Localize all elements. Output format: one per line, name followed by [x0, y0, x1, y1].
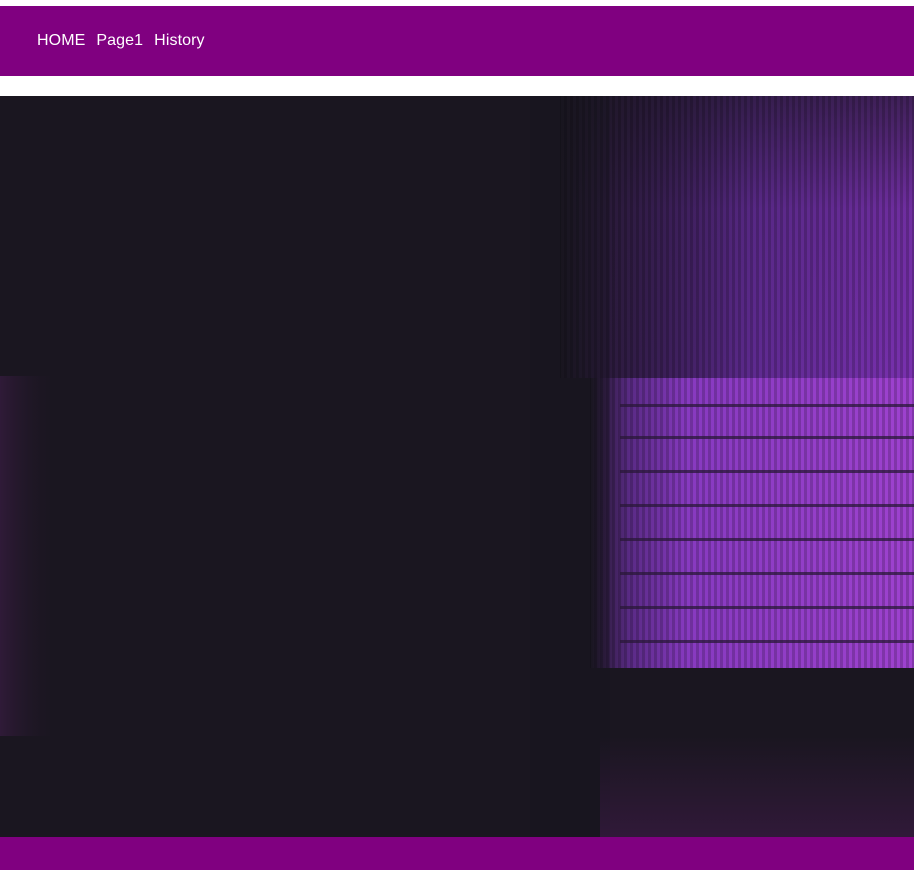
hero-abstract-purple-image: [0, 96, 914, 837]
main-nav: HOME Page1 History: [37, 33, 205, 49]
footer-bar: [0, 837, 914, 870]
nav-link-page1[interactable]: Page1: [96, 33, 143, 49]
hero-image: [0, 96, 914, 837]
nav-link-home[interactable]: HOME: [37, 33, 85, 49]
page: HOME Page1 History: [0, 0, 914, 870]
header-bar: HOME Page1 History: [0, 6, 914, 76]
nav-link-history[interactable]: History: [154, 33, 204, 49]
